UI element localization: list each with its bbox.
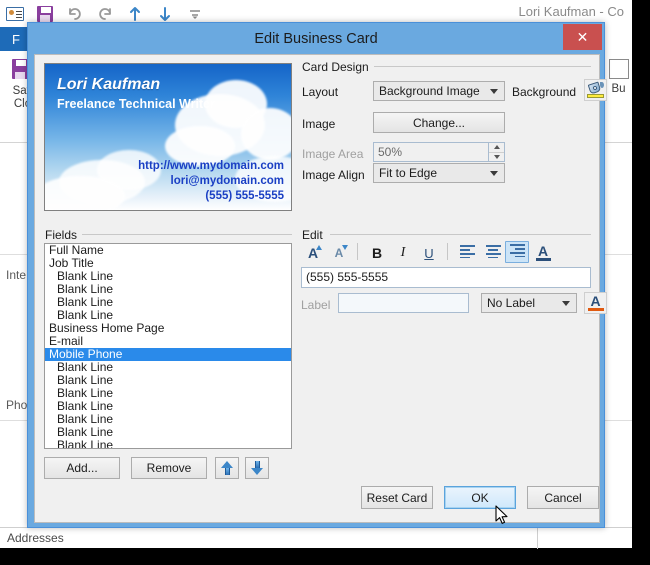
increase-font-size-button[interactable]: A xyxy=(301,242,325,264)
layout-select[interactable]: Background Image xyxy=(373,81,505,101)
font-color-icon: A xyxy=(590,293,601,309)
stepper-up-icon[interactable] xyxy=(489,143,504,153)
card-preview-email: lori@mydomain.com xyxy=(170,175,284,187)
font-color-icon: A xyxy=(537,243,549,259)
window-title: Lori Kaufman - Co xyxy=(518,4,625,19)
decrease-font-size-button[interactable]: A xyxy=(327,242,351,264)
background-color-button[interactable] xyxy=(584,79,607,101)
card-preview-contact: http://www.mydomain.com lori@mydomain.co… xyxy=(138,159,284,204)
card-preview-name: Lori Kaufman xyxy=(57,76,161,93)
image-area-input[interactable]: 50% xyxy=(373,142,489,162)
image-area-label: Image Area xyxy=(302,147,364,161)
move-down-arrow-icon xyxy=(250,461,264,475)
stepper-down-icon[interactable] xyxy=(489,153,504,162)
reset-card-button[interactable]: Reset Card xyxy=(361,486,433,509)
move-up-arrow-icon xyxy=(220,461,234,475)
label-field-label: Label xyxy=(301,298,331,312)
move-field-down-button[interactable] xyxy=(245,457,269,479)
field-value-input[interactable]: (555) 555-5555 xyxy=(301,267,591,288)
chevron-down-icon xyxy=(562,301,570,306)
field-list-item[interactable]: Blank Line xyxy=(45,439,291,449)
align-center-icon xyxy=(485,245,501,260)
align-right-icon xyxy=(509,244,525,259)
label-position-value: No Label xyxy=(487,296,536,310)
chevron-down-icon xyxy=(490,171,498,176)
card-design-group-title: Card Design xyxy=(302,60,374,74)
align-right-button[interactable] xyxy=(505,241,529,263)
background-label: Background xyxy=(512,85,577,99)
fields-group-title: Fields xyxy=(45,228,83,242)
status-bar: Addresses xyxy=(0,527,632,549)
layout-select-value: Background Image xyxy=(379,84,480,98)
fields-listbox[interactable]: Full Name Job Title Blank Line Blank Line Bl… xyxy=(44,243,292,449)
align-left-button[interactable] xyxy=(455,242,479,264)
toolbar-separator-1 xyxy=(357,243,358,260)
label-position-select[interactable]: No Label xyxy=(481,293,577,313)
image-align-label: Image Align xyxy=(302,168,365,182)
layout-label: Layout xyxy=(302,85,339,99)
fields-group-line xyxy=(81,234,292,235)
align-center-button[interactable] xyxy=(481,242,505,264)
contact-card-icon[interactable] xyxy=(0,2,30,26)
card-preview-phone: (555) 555-5555 xyxy=(205,190,284,202)
change-image-button[interactable]: Change... xyxy=(373,112,505,133)
ribbon-group-business-card-label: Bu xyxy=(611,83,626,95)
edit-group-line xyxy=(330,234,591,235)
ok-button[interactable]: OK xyxy=(444,486,516,509)
card-preview-job-title: Freelance Technical Writer xyxy=(57,97,215,111)
underline-button[interactable]: U xyxy=(417,242,441,264)
close-icon[interactable]: ✕ xyxy=(563,24,602,50)
edit-group-title: Edit xyxy=(302,228,328,242)
italic-button[interactable]: I xyxy=(391,242,415,264)
screen: Lori Kaufman - Co F Sav Clo Bu Inte Pho … xyxy=(0,0,650,565)
bold-button[interactable]: B xyxy=(365,242,389,264)
card-design-group-line xyxy=(364,66,591,67)
dialog-title-bar: Edit Business Card ✕ xyxy=(28,23,604,54)
card-preview-website: http://www.mydomain.com xyxy=(138,160,284,172)
image-area-stepper[interactable] xyxy=(489,142,505,162)
label-internet: Inte xyxy=(6,268,27,282)
font-color-button[interactable]: A xyxy=(531,242,555,264)
toolbar-separator-2 xyxy=(447,243,448,260)
add-field-button[interactable]: Add... xyxy=(44,457,120,479)
business-card-preview: Lori Kaufman Freelance Technical Writer … xyxy=(44,63,292,211)
image-align-select[interactable]: Fit to Edge xyxy=(373,163,505,183)
background-color-swatch xyxy=(587,94,604,98)
move-field-up-button[interactable] xyxy=(215,457,239,479)
dialog-body: Lori Kaufman Freelance Technical Writer … xyxy=(34,54,607,523)
paint-bucket-icon xyxy=(587,81,604,95)
status-addresses-label: Addresses xyxy=(7,531,64,545)
label-font-color-button[interactable]: A xyxy=(584,292,607,314)
align-left-icon xyxy=(459,245,475,260)
label-phone: Pho xyxy=(6,398,28,412)
label-text-input[interactable] xyxy=(338,293,469,313)
cancel-button[interactable]: Cancel xyxy=(527,486,599,509)
edit-business-card-dialog: Edit Business Card ✕ Lori Kaufman Freela… xyxy=(27,22,607,528)
remove-field-button[interactable]: Remove xyxy=(131,457,207,479)
dialog-title: Edit Business Card xyxy=(254,30,378,47)
image-label: Image xyxy=(302,117,336,131)
status-divider xyxy=(537,528,538,549)
chevron-down-icon xyxy=(490,89,498,94)
image-align-select-value: Fit to Edge xyxy=(379,166,438,180)
